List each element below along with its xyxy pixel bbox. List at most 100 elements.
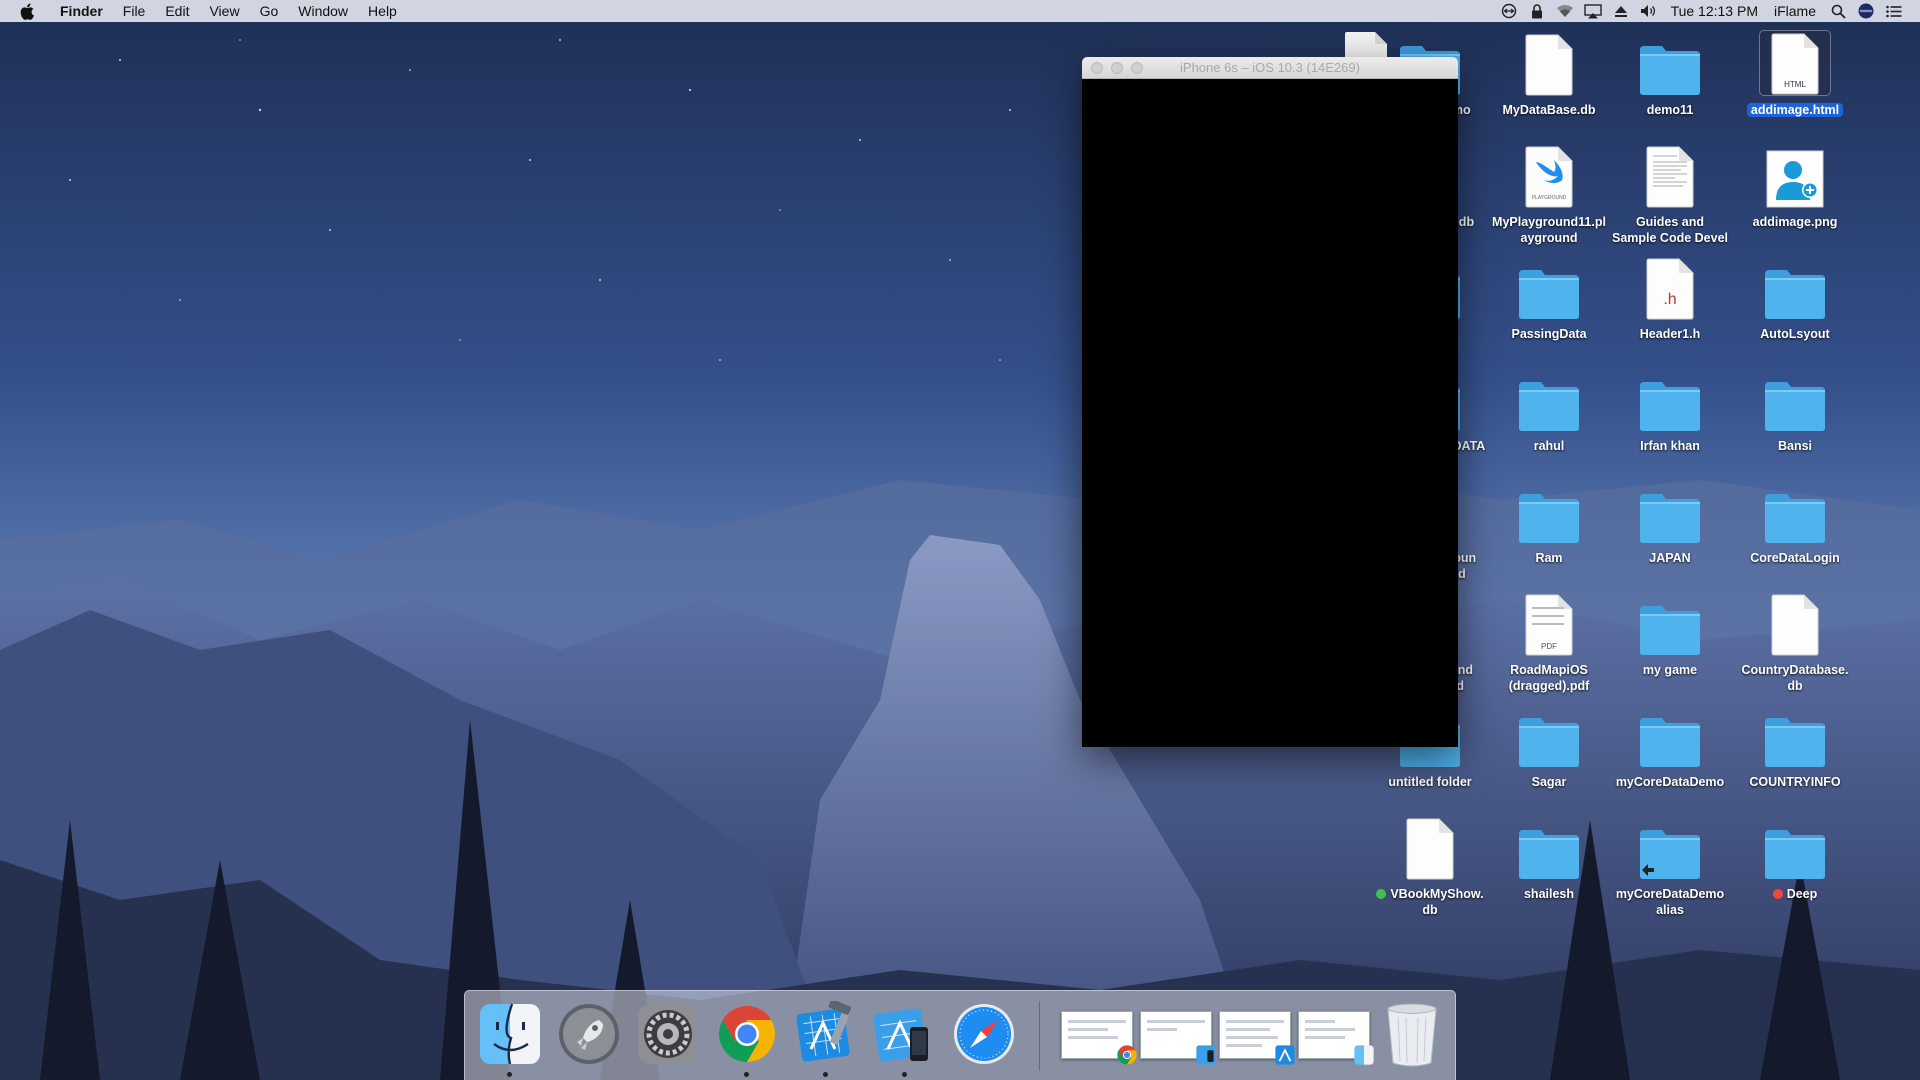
menu-help[interactable]: Help [358,0,407,22]
desktop-icon[interactable]: .h Header1.h [1609,254,1731,342]
svg-text:.h: .h [1663,291,1676,308]
menu-edit[interactable]: Edit [155,0,199,22]
desktop-icon[interactable]: CoreDataLogin [1734,478,1856,566]
desktop-icon[interactable]: rahul [1488,366,1610,454]
desktop-icon[interactable]: shailesh [1488,814,1610,902]
spotlight-search-icon[interactable] [1824,0,1852,22]
desktop-icon-label: myCoreDataDemo alias [1609,886,1731,918]
desktop-icon-text: MyPlayground11.pl ayground [1492,215,1606,245]
simulator-screen[interactable] [1082,79,1458,747]
desktop-icon-label: AutoLsyout [1734,326,1856,342]
desktop-icon[interactable]: Guides and Sample Code Devel [1609,142,1731,246]
folder-icon [1634,702,1706,768]
folder-icon [1759,478,1831,544]
desktop-icon[interactable]: Ram [1488,478,1610,566]
volume-icon[interactable] [1635,0,1663,22]
notification-center-icon[interactable] [1880,0,1908,22]
desktop-icon-label: PassingData [1488,326,1610,342]
desktop-icon-label: RoadMapiOS (dragged).pdf [1488,662,1610,694]
svg-text:PLAYGROUND: PLAYGROUND [1532,195,1567,201]
desktop-icon[interactable]: JAPAN [1609,478,1731,566]
desktop-icon-label: untitled folder [1369,774,1491,790]
desktop-icon[interactable]: COUNTRYINFO [1734,702,1856,790]
desktop-icon[interactable]: myCoreDataDemo alias [1609,814,1731,918]
app-menu-finder[interactable]: Finder [50,0,113,22]
safari-icon[interactable] [949,999,1019,1069]
folder-icon [1513,254,1585,320]
eject-icon[interactable] [1607,0,1635,22]
dock-separator [1039,1001,1040,1071]
desktop-icon-text: rahul [1533,439,1565,453]
desktop-icon-text: JAPAN [1649,551,1691,565]
folder-icon [1634,590,1706,656]
lock-icon[interactable] [1523,0,1551,22]
folder-icon [1634,478,1706,544]
desktop-icon-label: CoreDataLogin [1734,550,1856,566]
html-file-icon: HTML [1759,30,1831,96]
desktop-icon-text: demo11 [1646,103,1694,117]
desktop-icon-label: addimage.html [1734,102,1856,118]
desktop-icon[interactable]: Irfan khan [1609,366,1731,454]
desktop-icon-text: addimage.html [1746,103,1844,117]
desktop-icon-text: my game [1642,663,1698,677]
desktop-icon[interactable]: CountryDatabase. db [1734,590,1856,694]
desktop-icon-text: CountryDatabase. db [1741,663,1849,693]
desktop-icon[interactable]: PDF RoadMapiOS (dragged).pdf [1488,590,1610,694]
finder-icon[interactable] [475,999,545,1077]
desktop-icon[interactable]: my game [1609,590,1731,678]
document-icon[interactable] [1343,30,1389,60]
system-preferences-icon[interactable] [633,999,703,1069]
apple-menu-icon[interactable] [20,2,36,20]
desktop-icon[interactable]: Deep [1734,814,1856,902]
window-title: iPhone 6s – iOS 10.3 (14E269) [1180,60,1360,75]
desktop-icon-text: Header1.h [1639,327,1701,341]
desktop-icon-text: shailesh [1523,887,1575,901]
wifi-icon[interactable] [1551,0,1579,22]
finder-window-thumbnail-1[interactable] [1140,1011,1216,1065]
desktop-icon[interactable]: PassingData [1488,254,1610,342]
desktop-icon[interactable]: Bansi [1734,366,1856,454]
airplay-icon[interactable] [1579,0,1607,22]
desktop-icon-label: Header1.h [1609,326,1731,342]
chrome-window-thumbnail[interactable] [1061,1011,1137,1065]
desktop-icon[interactable]: AutoLsyout [1734,254,1856,342]
launchpad-icon[interactable] [554,999,624,1069]
desktop-icon[interactable]: myCoreDataDemo [1609,702,1731,790]
desktop-icon-label: demo11 [1609,102,1731,118]
desktop-icon-text: Irfan khan [1640,439,1700,453]
desktop-icon[interactable]: VBookMyShow. db [1369,814,1491,918]
desktop-icon-label: CountryDatabase. db [1734,662,1856,694]
menu-file[interactable]: File [113,0,156,22]
chrome-icon[interactable] [712,999,782,1077]
desktop-icon[interactable]: Sagar [1488,702,1610,790]
desktop-icon-label: Irfan khan [1609,438,1731,454]
window-titlebar[interactable]: iPhone 6s – iOS 10.3 (14E269) [1082,57,1458,79]
desktop-icon[interactable]: addimage.png [1734,142,1856,230]
teamviewer-icon[interactable] [1495,0,1523,22]
xcode-window-thumbnail[interactable] [1219,1011,1295,1065]
menu-window[interactable]: Window [288,0,358,22]
desktop-icon-label: MyPlayground11.pl ayground [1488,214,1610,246]
menubar-clock[interactable]: Tue 12:13 PM [1663,0,1766,22]
desktop-icon[interactable]: MyDataBase.db [1488,30,1610,118]
xcode-icon[interactable] [791,999,861,1077]
document-icon [1394,814,1466,880]
ios-simulator-window[interactable]: iPhone 6s – iOS 10.3 (14E269) [1082,57,1458,747]
desktop-icon-label: Sagar [1488,774,1610,790]
folder-icon [1634,30,1706,96]
desktop-icon[interactable]: demo11 [1609,30,1731,118]
desktop-icon-label: Guides and Sample Code Devel [1609,214,1731,246]
fast-user-switch[interactable]: iFlame [1766,0,1824,22]
finder-window-thumbnail-2[interactable] [1298,1011,1374,1065]
menu-go[interactable]: Go [250,0,289,22]
trash-icon[interactable] [1377,999,1447,1069]
menu-view[interactable]: View [199,0,249,22]
desktop-icon-text: RoadMapiOS (dragged).pdf [1508,663,1590,693]
desktop-icon[interactable]: PLAYGROUND MyPlayground11.pl ayground [1488,142,1610,246]
siri-icon[interactable] [1852,0,1880,22]
folder-icon [1759,254,1831,320]
simulator-icon[interactable] [870,999,940,1077]
folder-icon [1513,702,1585,768]
desktop-icon[interactable]: HTML addimage.html [1734,30,1856,118]
folder-icon [1634,366,1706,432]
